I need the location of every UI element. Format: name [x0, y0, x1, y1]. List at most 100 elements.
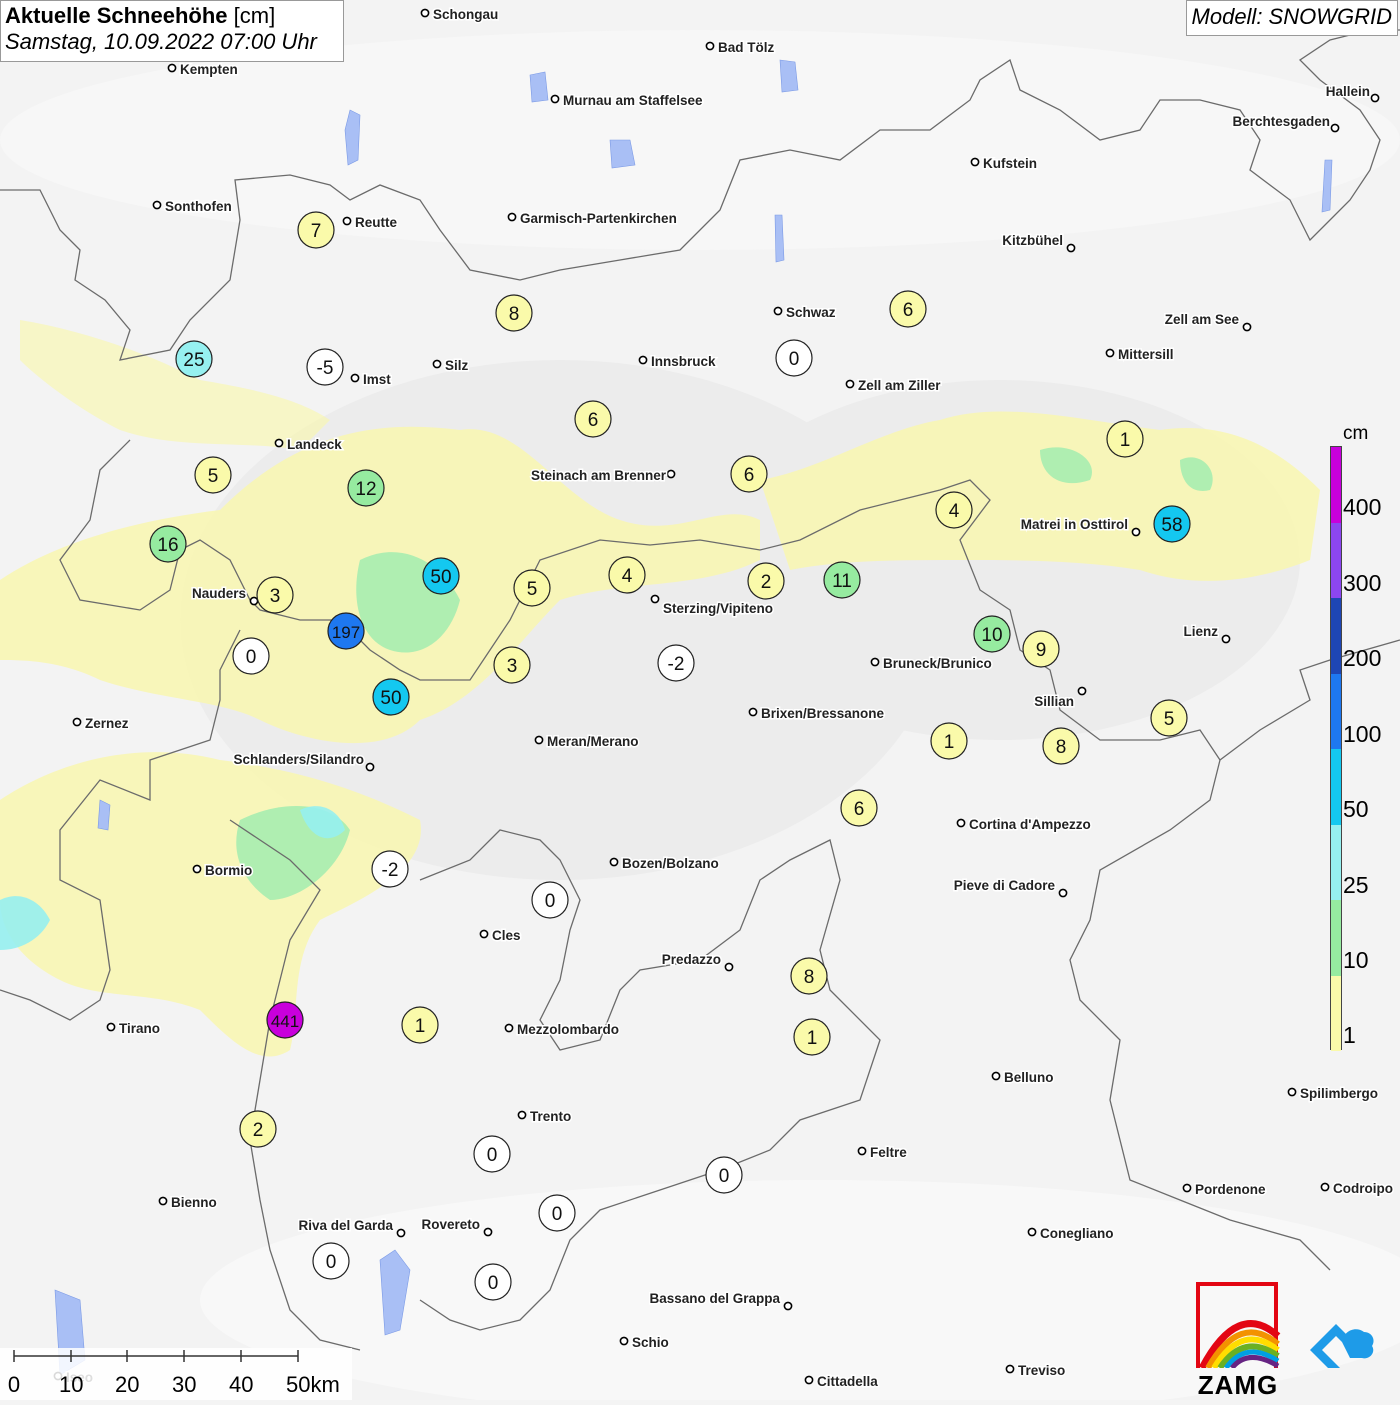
city-label: Zell am See	[1165, 312, 1240, 327]
city-dot-icon	[666, 469, 676, 479]
station-marker[interactable]: 4	[935, 491, 973, 529]
model-label: Modell: SNOWGRID	[1185, 0, 1398, 36]
city-label: Predazzo	[662, 952, 721, 967]
station-marker[interactable]: 441	[266, 1001, 304, 1039]
station-value: 441	[271, 1012, 299, 1031]
station-marker[interactable]: 5	[1150, 699, 1188, 737]
city-label: Innsbruck	[651, 354, 716, 369]
station-marker[interactable]: 2	[747, 562, 785, 600]
station-marker[interactable]: 1	[793, 1018, 831, 1056]
station-marker[interactable]: 58	[1153, 505, 1191, 543]
city-dot-icon	[1242, 322, 1252, 332]
station-marker[interactable]: 6	[574, 400, 612, 438]
station-marker[interactable]: 0	[538, 1194, 576, 1232]
station-marker[interactable]: 6	[840, 789, 878, 827]
station-marker[interactable]: 11	[823, 561, 861, 599]
station-marker[interactable]: 8	[1042, 727, 1080, 765]
station-marker[interactable]: 3	[256, 576, 294, 614]
station-marker[interactable]: 2	[239, 1110, 277, 1148]
city-marker: Murnau am StaffelseeMurnau am Staffelsee	[550, 92, 705, 110]
station-marker[interactable]: 7	[297, 211, 335, 249]
city-dot-icon	[350, 373, 360, 383]
legend-label: 200	[1343, 645, 1382, 671]
station-value: -2	[382, 860, 399, 881]
station-value: 7	[311, 221, 322, 242]
station-marker[interactable]: 50	[372, 678, 410, 716]
station-marker[interactable]: 5	[513, 569, 551, 607]
legend-label: 25	[1343, 872, 1369, 898]
station-value: 1	[944, 732, 955, 753]
station-value: 25	[183, 350, 204, 371]
station-marker[interactable]: 0	[775, 339, 813, 377]
city-label: Landeck	[287, 437, 342, 452]
city-dot-icon	[1330, 123, 1340, 133]
city-dot-icon	[106, 1022, 116, 1032]
station-marker[interactable]: 9	[1022, 630, 1060, 668]
station-marker[interactable]: -2	[657, 644, 695, 682]
legend-label: 50	[1343, 796, 1369, 822]
city-dot-icon	[342, 216, 352, 226]
city-label: Matrei in Osttirol	[1021, 517, 1128, 532]
station-value: 0	[545, 891, 556, 912]
city-label: Riva del Garda	[298, 1218, 393, 1233]
station-marker[interactable]: 0	[474, 1263, 512, 1301]
station-marker[interactable]: 0	[531, 881, 569, 919]
station-value: 0	[326, 1252, 337, 1273]
station-value: 5	[208, 466, 219, 487]
city-label: Bozen/Bolzano	[622, 856, 719, 871]
station-marker[interactable]: 4	[608, 556, 646, 594]
station-marker[interactable]: 5	[194, 456, 232, 494]
city-label: Schio	[632, 1335, 669, 1350]
city-label: Zernez	[85, 716, 129, 731]
city-label: Cittadella	[817, 1374, 878, 1389]
station-marker[interactable]: 0	[232, 637, 270, 675]
city-dot-icon	[609, 857, 619, 867]
station-value: 50	[430, 567, 451, 588]
snow-depth-map[interactable]: SchongauSchongauBad TölzBad TölzKemptenK…	[0, 0, 1400, 1400]
legend-swatch	[1331, 824, 1341, 900]
station-marker[interactable]: -5	[306, 348, 344, 386]
station-marker[interactable]: 6	[889, 290, 927, 328]
station-value: 3	[270, 586, 281, 607]
scale-ticks: 0 10 20 30 40 50km	[8, 1350, 340, 1397]
city-dot-icon	[479, 929, 489, 939]
station-value: 9	[1036, 640, 1047, 661]
city-dot-icon	[1370, 93, 1380, 103]
zamg-rainbow	[1198, 1320, 1281, 1368]
station-marker[interactable]: 8	[495, 294, 533, 332]
station-marker[interactable]: 0	[473, 1135, 511, 1173]
station-marker[interactable]: 0	[705, 1156, 743, 1194]
city-label: Mittersill	[1118, 347, 1174, 362]
station-marker[interactable]: 1	[930, 722, 968, 760]
city-label: Sillian	[1034, 694, 1074, 709]
station-marker[interactable]: 16	[149, 525, 187, 563]
city-marker: MezzolombardoMezzolombardo	[504, 1021, 621, 1039]
city-label: Feltre	[870, 1145, 907, 1160]
title-unit: [cm]	[233, 3, 276, 28]
city-dot-icon	[432, 359, 442, 369]
station-marker[interactable]: 3	[493, 646, 531, 684]
station-marker[interactable]: 25	[175, 340, 213, 378]
station-marker[interactable]: 6	[730, 455, 768, 493]
station-marker[interactable]: 1	[401, 1006, 439, 1044]
station-value: -5	[317, 358, 334, 379]
station-marker[interactable]: 50	[422, 557, 460, 595]
city-dot-icon	[504, 1023, 514, 1033]
station-marker[interactable]: 1	[1106, 420, 1144, 458]
station-marker[interactable]: 0	[312, 1242, 350, 1280]
station-marker[interactable]: 12	[347, 469, 385, 507]
station-marker[interactable]: 8	[790, 957, 828, 995]
station-marker[interactable]: -2	[371, 850, 409, 888]
station-value: 4	[622, 566, 633, 587]
legend-swatch	[1331, 975, 1341, 1051]
station-marker[interactable]: 197	[327, 612, 365, 650]
city-marker: InnsbruckInnsbruck	[638, 353, 718, 371]
station-marker[interactable]: 10	[973, 615, 1011, 653]
city-dot-icon	[1077, 686, 1087, 696]
city-label: Bienno	[171, 1195, 217, 1210]
city-label: Reutte	[355, 215, 397, 230]
city-label: Bormio	[205, 863, 252, 878]
city-label: Meran/Merano	[547, 734, 639, 749]
city-label: Bassano del Grappa	[649, 1291, 780, 1306]
city-label: Murnau am Staffelsee	[563, 93, 703, 108]
